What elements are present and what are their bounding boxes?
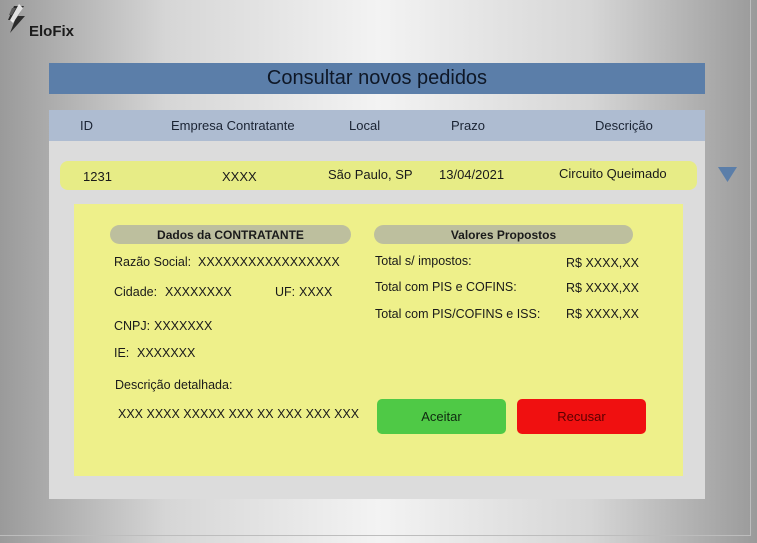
cell-empresa: XXXX <box>222 169 257 184</box>
valor-value: R$ XXXX,XX <box>566 256 639 270</box>
uf-label: UF: <box>275 285 296 299</box>
cell-prazo: 13/04/2021 <box>439 167 505 182</box>
app-logo: EloFix <box>4 4 84 40</box>
column-header-prazo: Prazo <box>451 118 485 133</box>
cell-id: 1231 <box>83 169 112 184</box>
orders-panel: ID Empresa Contratante Local Prazo Descr… <box>49 110 705 499</box>
page-title: Consultar novos pedidos <box>266 67 488 89</box>
order-details-card: Dados da CONTRATANTE Valores Propostos R… <box>74 204 683 476</box>
column-header-local: Local <box>349 118 381 133</box>
razao-social-label: Razão Social: <box>114 255 192 269</box>
table-header: ID Empresa Contratante Local Prazo Descr… <box>49 110 705 141</box>
column-header-descricao: Descrição <box>595 118 653 133</box>
cidade-label: Cidade: <box>114 285 158 299</box>
valor-label: Total s/ impostos: <box>375 254 472 268</box>
descricao-detalhada-value: XXX XXXX XXXXX XXX XX XXX XXX XXX <box>118 407 360 421</box>
descricao-detalhada-label: Descrição detalhada: <box>115 378 233 392</box>
valor-value: R$ XXXX,XX <box>566 281 639 295</box>
collapse-row-toggle[interactable] <box>718 166 737 183</box>
cell-local: São Paulo, SP <box>328 167 413 182</box>
accept-button[interactable]: Aceitar <box>377 399 506 434</box>
cnpj-label: CNPJ: <box>114 319 151 333</box>
column-header-empresa: Empresa Contratante <box>171 118 295 133</box>
lightning-bolt-icon <box>8 4 25 33</box>
valor-value: R$ XXXX,XX <box>566 307 639 321</box>
cnpj-value: XXXXXXX <box>154 319 213 333</box>
table-row[interactable]: 1231 XXXX São Paulo, SP 13/04/2021 Circu… <box>60 161 697 190</box>
cidade-value: XXXXXXXX <box>165 285 232 299</box>
section-heading-valores: Valores Propostos <box>374 225 633 244</box>
page-title-bar: Consultar novos pedidos <box>49 63 705 94</box>
column-header-id: ID <box>80 118 93 133</box>
ie-value: XXXXXXX <box>137 346 196 360</box>
app-name: EloFix <box>29 23 75 40</box>
refuse-button[interactable]: Recusar <box>517 399 646 434</box>
ie-label: IE: <box>114 346 130 360</box>
valor-label: Total com PIS e COFINS: <box>375 280 517 294</box>
razao-social-value: XXXXXXXXXXXXXXXXX <box>198 255 340 269</box>
section-heading-contratante: Dados da CONTRATANTE <box>110 225 351 244</box>
triangle-down-icon <box>718 167 737 182</box>
valor-label: Total com PIS/COFINS e ISS: <box>375 307 541 321</box>
cell-descricao: Circuito Queimado <box>559 166 667 181</box>
uf-value: XXXX <box>299 285 333 299</box>
